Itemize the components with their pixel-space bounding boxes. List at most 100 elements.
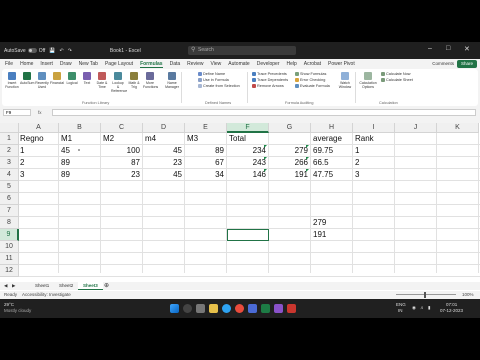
autosave-control[interactable]: AutoSave Off	[4, 48, 45, 54]
remove-arrows-button[interactable]: Remove Arrows	[252, 84, 284, 89]
column-header-e[interactable]: E	[185, 123, 227, 133]
weather-temp[interactable]: 29°C	[4, 302, 14, 307]
cell-a3[interactable]: 2	[20, 158, 24, 168]
cell-b4[interactable]: 89	[61, 170, 70, 180]
language-indicator[interactable]: ENG	[396, 302, 406, 307]
tab-formulas[interactable]: Formulas	[140, 61, 163, 68]
task-view-icon[interactable]	[196, 304, 205, 313]
cell-c3[interactable]: 87	[101, 158, 140, 168]
create-from-selection-button[interactable]: Create from Selection	[198, 84, 240, 89]
excel-taskbar-icon[interactable]	[261, 304, 270, 313]
use-in-formula-button[interactable]: Use in Formula	[198, 78, 229, 83]
row-header-3[interactable]: 3	[0, 157, 19, 169]
store-icon[interactable]	[248, 304, 257, 313]
chrome-icon[interactable]	[235, 304, 244, 313]
row-header-5[interactable]: 5	[0, 181, 19, 193]
battery-icon[interactable]: ▮	[428, 305, 430, 311]
row-header-6[interactable]: 6	[0, 193, 19, 205]
tab-data[interactable]: Data	[170, 61, 181, 67]
cell-i2[interactable]: 1	[355, 146, 359, 156]
insert-function-icon[interactable]: fx	[38, 109, 42, 116]
tab-automate[interactable]: Automate	[228, 61, 249, 67]
cell-c2[interactable]: 100	[101, 146, 140, 156]
accessibility-status[interactable]: Accessibility: Investigate	[22, 291, 71, 299]
cell-d3[interactable]: 23	[143, 158, 182, 168]
weather-desc[interactable]: Mostly cloudy	[4, 308, 31, 313]
logical-button[interactable]: Logical	[65, 72, 79, 85]
tab-file[interactable]: File	[5, 61, 13, 67]
error-checking-button[interactable]: Error Checking	[295, 78, 325, 83]
cell-g2[interactable]: 279	[269, 146, 308, 156]
cell-f2[interactable]: 234	[227, 146, 266, 156]
more-functions-button[interactable]: More Functions	[143, 72, 158, 89]
cell-i3[interactable]: 2	[355, 158, 359, 168]
error-indicator-icon[interactable]	[264, 157, 267, 160]
prev-sheet-icon[interactable]: ◀	[4, 282, 7, 290]
teams-icon[interactable]	[274, 304, 283, 313]
row-header-12[interactable]: 12	[0, 265, 19, 277]
column-header-i[interactable]: I	[353, 123, 395, 133]
zoom-slider-thumb[interactable]	[424, 292, 426, 298]
error-indicator-icon[interactable]	[264, 145, 267, 148]
math-trig-button[interactable]: Math & Trig	[127, 72, 141, 89]
row-header-11[interactable]: 11	[0, 253, 19, 265]
tab-insert[interactable]: Insert	[40, 61, 53, 67]
recently-used-button[interactable]: Recently Used	[35, 72, 49, 89]
name-manager-button[interactable]: Name Manager	[165, 72, 179, 89]
clock-date[interactable]: 07-12-2023	[440, 308, 463, 313]
row-header-7[interactable]: 7	[0, 205, 19, 217]
save-icon[interactable]: 💾	[49, 48, 55, 54]
text-button[interactable]: Text	[80, 72, 94, 85]
tab-power-pivot[interactable]: Power Pivot	[328, 61, 355, 67]
cell-h8[interactable]: 279	[313, 218, 326, 228]
clock-time[interactable]: 07:01	[446, 302, 457, 307]
tab-acrobat[interactable]: Acrobat	[304, 61, 321, 67]
name-box[interactable]: F9	[3, 109, 31, 116]
error-indicator-icon[interactable]	[306, 169, 309, 172]
edge-icon[interactable]	[222, 304, 231, 313]
cell-d4[interactable]: 45	[143, 170, 182, 180]
row-header-10[interactable]: 10	[0, 241, 19, 253]
start-icon[interactable]	[170, 304, 179, 313]
header-cell-f[interactable]: Total	[229, 134, 246, 144]
column-header-d[interactable]: D	[143, 123, 185, 133]
search-input[interactable]: ⚲ Search	[188, 46, 296, 55]
share-button[interactable]: Share	[457, 60, 477, 68]
column-header-k[interactable]: K	[437, 123, 479, 133]
insert-function-button[interactable]: Insert Function	[5, 72, 19, 89]
select-all-corner[interactable]	[0, 123, 19, 133]
error-indicator-icon[interactable]	[306, 157, 309, 160]
add-sheet-icon[interactable]: ⊕	[104, 282, 109, 290]
trace-precedents-button[interactable]: Trace Precedents	[252, 72, 287, 77]
tab-help[interactable]: Help	[287, 61, 297, 67]
sheet-tab-sheet3[interactable]: Sheet3	[78, 282, 103, 290]
row-header-8[interactable]: 8	[0, 217, 19, 229]
cell-f4[interactable]: 146	[227, 170, 266, 180]
wifi-icon[interactable]: ◉	[412, 305, 416, 311]
evaluate-formula-button[interactable]: Evaluate Formula	[295, 84, 330, 89]
volume-icon[interactable]: ♬	[420, 305, 425, 310]
tab-new-tab[interactable]: New Tab	[79, 61, 98, 67]
define-name-button[interactable]: Define Name	[198, 72, 225, 77]
calculate-sheet-button[interactable]: Calculate Sheet	[381, 78, 413, 83]
watch-window-button[interactable]: Watch Window	[338, 72, 352, 89]
tab-review[interactable]: Review	[187, 61, 203, 67]
cell-g3[interactable]: 266	[269, 158, 308, 168]
column-header-g[interactable]: G	[269, 123, 311, 133]
cell-b2[interactable]: 45	[61, 146, 70, 156]
trace-dependents-button[interactable]: Trace Dependents	[252, 78, 288, 83]
zoom-level[interactable]: 100%	[462, 291, 474, 299]
financial-button[interactable]: Financial	[50, 72, 64, 85]
formula-input[interactable]	[52, 109, 476, 116]
undo-icon[interactable]: ↶	[60, 48, 64, 54]
header-cell-a[interactable]: Regno	[20, 134, 44, 144]
sheet-tab-sheet1[interactable]: Sheet1	[30, 282, 54, 290]
date-time-button[interactable]: Date & Time	[95, 72, 109, 89]
row-header-9[interactable]: 9	[0, 229, 19, 241]
active-cell-outline[interactable]	[227, 229, 269, 241]
zoom-slider[interactable]	[396, 294, 456, 295]
cell-a2[interactable]: 1	[20, 146, 24, 156]
column-header-c[interactable]: C	[101, 123, 143, 133]
header-cell-h[interactable]: average	[313, 134, 342, 144]
row-header-1[interactable]: 1	[0, 133, 19, 145]
